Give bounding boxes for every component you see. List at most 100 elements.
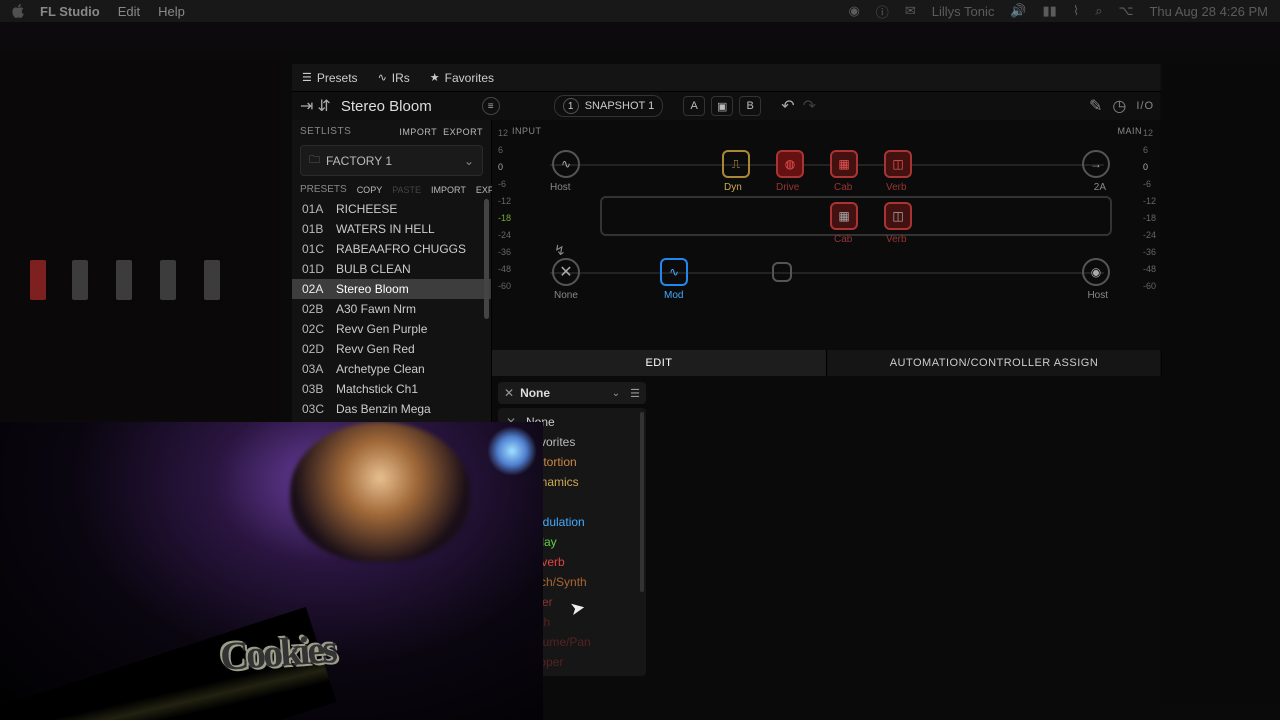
nav-jump-icon[interactable]: ⇥ bbox=[300, 96, 313, 116]
verb2-label: Verb bbox=[886, 234, 907, 245]
cab-block[interactable]: ▦ bbox=[830, 150, 858, 178]
verb2-block[interactable]: ◫ bbox=[884, 202, 912, 230]
tab-presets[interactable]: ☰Presets bbox=[292, 66, 368, 90]
status-volume-icon[interactable]: 🔊 bbox=[1010, 3, 1026, 19]
tab-irs[interactable]: ∿IRs bbox=[368, 66, 420, 90]
save-icon-button[interactable]: ▣ bbox=[711, 96, 733, 116]
host-out-node[interactable]: ◉ bbox=[1082, 258, 1110, 286]
preset-item[interactable]: 03CDas Benzin Mega bbox=[292, 399, 491, 419]
tab-irs-label: IRs bbox=[392, 71, 410, 85]
fl-mixer-dim bbox=[0, 60, 280, 420]
none-node[interactable]: ✕ bbox=[552, 258, 580, 286]
preset-item[interactable]: 01DBULB CLEAN bbox=[292, 259, 491, 279]
verb-block[interactable]: ◫ bbox=[884, 150, 912, 178]
preset-id: 03B bbox=[302, 382, 328, 396]
compare-b-button[interactable]: B bbox=[739, 96, 761, 116]
mixer-fader[interactable] bbox=[116, 260, 132, 300]
clock-icon[interactable]: ◷ bbox=[1112, 96, 1126, 116]
status-user: Lillys Tonic bbox=[932, 4, 995, 19]
tab-automation[interactable]: AUTOMATION/CONTROLLER ASSIGN bbox=[827, 350, 1162, 376]
status-globe-icon[interactable]: ◉ bbox=[848, 3, 859, 19]
output-node[interactable]: → bbox=[1082, 150, 1110, 178]
drive-label: Drive bbox=[776, 182, 799, 193]
setlists-export[interactable]: EXPORT bbox=[443, 127, 483, 137]
status-control-icon[interactable]: ⌥ bbox=[1118, 3, 1133, 19]
verb-label: Verb bbox=[886, 182, 907, 193]
edit-pencil-icon[interactable]: ✎ bbox=[1089, 96, 1102, 116]
status-chat-icon[interactable]: ✉ bbox=[905, 3, 916, 19]
setlist-name: FACTORY 1 bbox=[326, 154, 392, 168]
mixer-fader[interactable] bbox=[160, 260, 176, 300]
webcam-light bbox=[487, 426, 537, 476]
preset-updown-icon[interactable]: ⇵ bbox=[317, 96, 330, 116]
cab2-block[interactable]: ▦ bbox=[830, 202, 858, 230]
mixer-fader[interactable] bbox=[204, 260, 220, 300]
presets-import[interactable]: IMPORT bbox=[431, 185, 466, 195]
status-search-icon[interactable]: ⌕ bbox=[1095, 3, 1102, 19]
setlist-dropdown[interactable]: 🗀 FACTORY 1 ⌄ bbox=[300, 145, 483, 176]
presets-paste[interactable]: PASTE bbox=[392, 185, 421, 195]
status-battery-icon[interactable]: ▮▮ bbox=[1043, 3, 1057, 19]
mod-block[interactable]: ∿ bbox=[660, 258, 688, 286]
status-wifi-icon[interactable]: ⌇ bbox=[1073, 3, 1079, 19]
edit-tab-row: EDIT AUTOMATION/CONTROLLER ASSIGN bbox=[492, 350, 1162, 376]
preset-id: 02C bbox=[302, 322, 328, 336]
fx-selected-label: None bbox=[520, 386, 550, 400]
main-label: MAIN bbox=[1118, 126, 1143, 136]
tab-edit[interactable]: EDIT bbox=[492, 350, 827, 376]
scrollbar-thumb[interactable] bbox=[484, 199, 489, 319]
host-out-label: Host bbox=[1087, 290, 1108, 301]
preset-item[interactable]: 02CRevv Gen Purple bbox=[292, 319, 491, 339]
signal-chain[interactable]: INPUT MAIN 1260-6-12-18-24-36-48-60 1260… bbox=[492, 120, 1162, 350]
preset-item[interactable]: 01B WATERS IN HELL bbox=[292, 219, 491, 239]
mod-label: Mod bbox=[664, 290, 683, 301]
empty-slot[interactable] bbox=[772, 262, 792, 282]
fx-selector[interactable]: ✕ None ⌄ ☰ bbox=[498, 382, 646, 404]
mixer-fader[interactable] bbox=[30, 260, 46, 300]
preset-item-name: Matchstick Ch1 bbox=[336, 382, 418, 396]
redo-icon[interactable]: ↷ bbox=[803, 96, 816, 116]
dyn-block[interactable]: ⎍ bbox=[722, 150, 750, 178]
dyn-label: Dyn bbox=[724, 182, 742, 193]
preset-item[interactable]: 03B Matchstick Ch1 bbox=[292, 379, 491, 399]
drive-block[interactable]: ◍ bbox=[776, 150, 804, 178]
menu-help[interactable]: Help bbox=[158, 4, 185, 19]
io-label[interactable]: I/O bbox=[1136, 100, 1154, 112]
top-tab-row: ☰Presets ∿IRs ★Favorites bbox=[292, 64, 1162, 92]
compare-a-button[interactable]: A bbox=[683, 96, 705, 116]
preset-id: 01B bbox=[302, 222, 328, 236]
status-help-icon[interactable]: ⓘ bbox=[876, 2, 889, 21]
preset-item-name: RABEAAFRO CHUGGS bbox=[336, 242, 466, 256]
menu-edit[interactable]: Edit bbox=[118, 4, 140, 19]
presets-copy[interactable]: COPY bbox=[357, 185, 383, 195]
chain-lane-1 bbox=[550, 164, 1104, 166]
preset-item[interactable]: 03AArchetype Clean bbox=[292, 359, 491, 379]
status-clock: Thu Aug 28 4:26 PM bbox=[1149, 4, 1268, 19]
tab-favorites[interactable]: ★Favorites bbox=[420, 66, 504, 90]
mixer-fader[interactable] bbox=[72, 260, 88, 300]
preset-item-name: Archetype Clean bbox=[336, 362, 425, 376]
preset-item-name: WATERS IN HELL bbox=[336, 222, 435, 236]
preset-item[interactable]: 01ARICHEESE bbox=[292, 199, 491, 219]
preset-item[interactable]: 01CRABEAAFRO CHUGGS bbox=[292, 239, 491, 259]
preset-item[interactable]: 02AStereo Bloom bbox=[292, 279, 491, 299]
list-icon[interactable]: ☰ bbox=[630, 387, 640, 400]
preset-item[interactable]: 02BA30 Fawn Nrm bbox=[292, 299, 491, 319]
app-name[interactable]: FL Studio bbox=[40, 4, 100, 19]
folder-icon: 🗀 bbox=[309, 151, 320, 170]
snapshot-label: SNAPSHOT 1 bbox=[585, 100, 655, 112]
snapshot-selector[interactable]: 1 SNAPSHOT 1 bbox=[554, 95, 664, 117]
snapshot-number: 1 bbox=[563, 98, 579, 114]
setlists-import[interactable]: IMPORT bbox=[399, 127, 437, 137]
input-host-node[interactable]: ∿ bbox=[552, 150, 580, 178]
preset-name[interactable]: Stereo Bloom bbox=[341, 98, 432, 115]
close-icon: ✕ bbox=[504, 386, 514, 400]
macos-menubar: FL Studio Edit Help ◉ ⓘ ✉ Lillys Tonic 🔊… bbox=[0, 0, 1280, 22]
presets-label: PRESETS bbox=[300, 184, 347, 195]
chevron-down-icon: ⌄ bbox=[612, 388, 620, 399]
input-host-label: Host bbox=[550, 182, 571, 193]
preset-item[interactable]: 02DRevv Gen Red bbox=[292, 339, 491, 359]
preset-menu-icon[interactable]: ≡ bbox=[482, 97, 500, 115]
undo-icon[interactable]: ↶ bbox=[781, 96, 794, 116]
preset-item-name: RICHEESE bbox=[336, 202, 397, 216]
